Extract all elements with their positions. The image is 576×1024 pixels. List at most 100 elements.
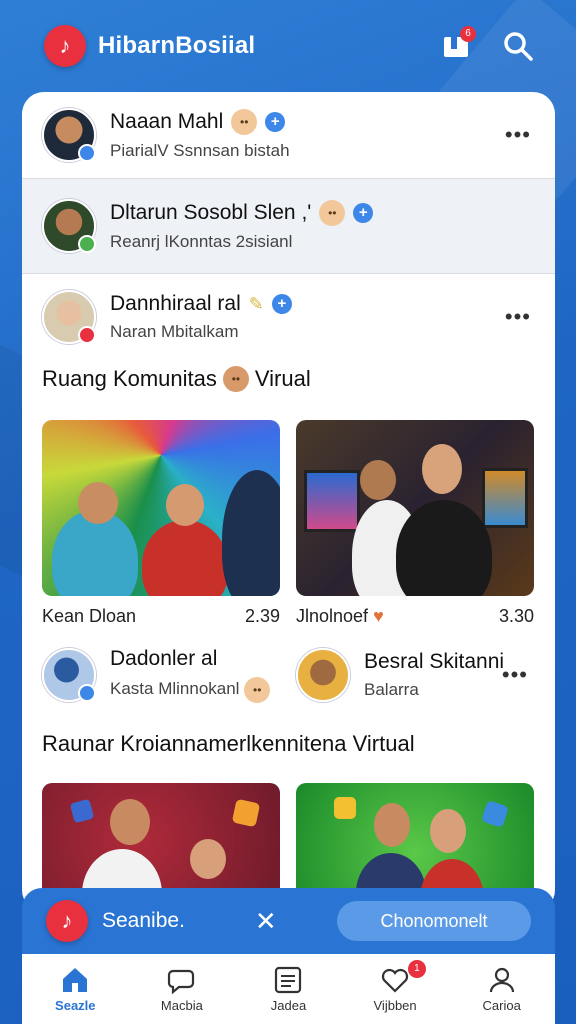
person-figure bbox=[396, 500, 492, 596]
verified-icon: + bbox=[271, 294, 292, 314]
home-icon bbox=[63, 967, 88, 992]
emoji-icon: •• bbox=[222, 366, 249, 392]
avatar bbox=[42, 648, 96, 702]
search-icon bbox=[504, 32, 533, 61]
mini-user[interactable]: Dadonler al Kasta Mlinnokanl •• bbox=[42, 647, 280, 703]
status-dot bbox=[78, 684, 96, 702]
user-name: Besral Skitanni bbox=[364, 650, 505, 673]
bottom-tab-bar: Seazle Macbia Jadea 1 Vijbben Carioa bbox=[22, 954, 555, 1024]
header-actions: 6 bbox=[438, 26, 536, 64]
user-name: Naaan Mahl bbox=[110, 110, 224, 133]
user-name-line: Dltarun Sosobl Slen ,' •• + bbox=[110, 200, 374, 226]
status-dot bbox=[78, 144, 96, 162]
heart-icon bbox=[381, 968, 409, 993]
notification-button[interactable]: 6 bbox=[438, 26, 476, 64]
user-subtitle: PiarialV Ssnnsan bistah bbox=[110, 141, 290, 160]
tile-name: Kean Dloan bbox=[42, 606, 137, 626]
notification-badge: 6 bbox=[460, 26, 476, 42]
person-head bbox=[78, 482, 118, 524]
tab-label: Carioa bbox=[482, 997, 521, 1013]
verified-icon: + bbox=[265, 112, 286, 132]
app-header: ♪ HibarnBosiial 6 bbox=[0, 0, 576, 92]
tile-name-text: Jlnolnoef bbox=[296, 606, 369, 626]
chat-icon bbox=[167, 969, 194, 994]
user-text: Dadonler al Kasta Mlinnokanl •• bbox=[110, 647, 271, 703]
app-icon-graphic bbox=[231, 798, 261, 828]
tab-media[interactable]: Macbia bbox=[129, 954, 236, 1024]
music-note-icon: ♪ bbox=[61, 908, 73, 933]
emoji-icon: •• bbox=[231, 109, 258, 135]
user-name-line: Dannhiraal ral ✎ + bbox=[110, 292, 292, 316]
tab-label: Vijbben bbox=[373, 997, 417, 1013]
tab-notifications[interactable]: 1 Vijbben bbox=[342, 954, 449, 1024]
user-name: Dltarun Sosobl Slen ,' bbox=[110, 201, 312, 224]
floating-bar-title: Seanibe. bbox=[102, 909, 185, 932]
app-title: HibarnBosiial bbox=[98, 32, 256, 59]
person-head bbox=[422, 444, 462, 494]
user-text: Naaan Mahl •• + PiarialV Ssnnsan bistah bbox=[110, 109, 290, 161]
avatar bbox=[296, 648, 350, 702]
verified-icon: + bbox=[353, 203, 374, 223]
app-icon-graphic bbox=[334, 797, 356, 819]
tab-home[interactable]: Seazle bbox=[22, 954, 129, 1024]
person-figure bbox=[222, 470, 280, 596]
tab-label: Seazle bbox=[55, 997, 96, 1013]
section-title-suffix: Virual bbox=[254, 366, 311, 391]
community-tile-image[interactable] bbox=[296, 420, 534, 596]
status-dot bbox=[78, 326, 96, 344]
app-logo[interactable]: ♪ bbox=[46, 900, 88, 942]
tile-meta: Jlnolnoef ♥ 3.30 bbox=[296, 606, 534, 627]
connect-button[interactable]: Chonomonelt bbox=[337, 901, 531, 941]
tile-column: Jlnolnoef ♥ 3.30 bbox=[296, 420, 534, 627]
tab-label: Macbia bbox=[160, 997, 203, 1013]
user-row[interactable]: Dannhiraal ral ✎ + Naran Mbitalkam ••• bbox=[22, 274, 555, 360]
person-head bbox=[110, 799, 150, 845]
user-subtitle: Naran Mbitalkam bbox=[110, 322, 239, 341]
person-head bbox=[360, 460, 396, 500]
status-dot bbox=[78, 235, 96, 253]
user-name: Dadonler al bbox=[110, 647, 218, 670]
user-subtitle: Kasta Mlinnokanl •• bbox=[110, 677, 271, 703]
user-row[interactable]: Dltarun Sosobl Slen ,' •• + Reanrj lKonn… bbox=[22, 178, 555, 274]
more-options-icon[interactable]: ••• bbox=[502, 662, 528, 688]
tile-grid: Kean Dloan 2.39 Jlnolnoef ♥ 3.30 bbox=[22, 420, 555, 627]
user-text: Dannhiraal ral ✎ + Naran Mbitalkam bbox=[110, 292, 292, 342]
heart-icon: ♥ bbox=[373, 606, 384, 626]
app-icon-graphic bbox=[481, 800, 509, 828]
emoji-icon: •• bbox=[244, 677, 271, 703]
user-text: Dltarun Sosobl Slen ,' •• + Reanrj lKonn… bbox=[110, 200, 374, 252]
screen-graphic bbox=[482, 468, 528, 528]
app-logo[interactable]: ♪ bbox=[44, 25, 86, 67]
user-subtitle: Balarra bbox=[364, 680, 419, 699]
mini-user[interactable]: Besral Skitanni Balarra ••• bbox=[296, 647, 534, 703]
app-icon-graphic bbox=[69, 798, 95, 824]
floating-player-bar: ♪ Seanibe. ✕ Chonomonelt bbox=[22, 888, 555, 954]
music-note-icon: ♪ bbox=[59, 33, 71, 58]
section-title-text: Ruang Komunitas bbox=[42, 366, 217, 391]
user-subtitle: Reanrj lKonntas 2sisianl bbox=[110, 232, 293, 251]
document-icon bbox=[275, 966, 302, 993]
notification-badge: 1 bbox=[407, 960, 426, 978]
tile-meta: Kean Dloan 2.39 bbox=[42, 606, 280, 627]
user-name: Dannhiraal ral bbox=[110, 292, 241, 315]
section-title: Raunar Kroiannamerlkennitena Virtual bbox=[42, 731, 415, 756]
user-icon bbox=[489, 967, 514, 992]
tab-news[interactable]: Jadea bbox=[235, 954, 342, 1024]
user-text: Besral Skitanni Balarra bbox=[364, 650, 504, 700]
more-options-icon[interactable]: ••• bbox=[505, 304, 531, 330]
more-options-icon[interactable]: ••• bbox=[505, 122, 531, 148]
avatar bbox=[42, 199, 96, 253]
tile-column: Kean Dloan 2.39 bbox=[42, 420, 280, 627]
tab-profile[interactable]: Carioa bbox=[448, 954, 555, 1024]
close-icon[interactable]: ✕ bbox=[255, 906, 277, 937]
person-head bbox=[190, 839, 226, 879]
search-button[interactable] bbox=[500, 28, 536, 64]
user-row[interactable]: Naaan Mahl •• + PiarialV Ssnnsan bistah … bbox=[22, 92, 555, 178]
community-tile-image[interactable] bbox=[42, 420, 280, 596]
person-head bbox=[166, 484, 204, 526]
user-name-line: Naaan Mahl •• + bbox=[110, 109, 290, 135]
screen-graphic bbox=[304, 470, 360, 532]
avatar bbox=[42, 108, 96, 162]
avatar bbox=[42, 290, 96, 344]
emoji-icon: •• bbox=[319, 200, 346, 226]
